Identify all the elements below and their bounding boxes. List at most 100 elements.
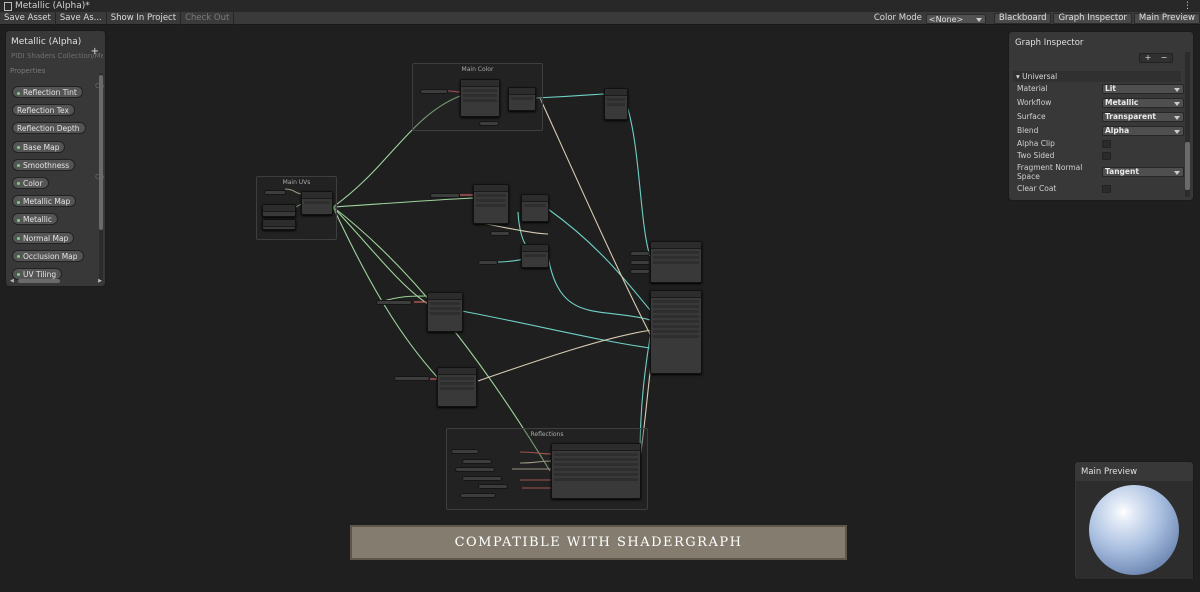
uv-node[interactable] (262, 204, 296, 217)
property-pill[interactable] (460, 493, 496, 498)
property-pill[interactable] (478, 484, 508, 489)
graph-inspector-toggle[interactable]: Graph Inspector (1053, 13, 1132, 24)
blackboard-property[interactable]: Metallic (12, 207, 98, 226)
blackboard-property[interactable]: Reflection TintCo (12, 80, 104, 98)
exposed-dot-icon (17, 237, 20, 240)
property-pill[interactable]: Occlusion Map (12, 249, 84, 262)
inspector-row-label: Workflow (1017, 98, 1052, 107)
blackboard-property[interactable]: Base Map (12, 135, 98, 153)
blackboard-horizontal-scrollbar[interactable]: ◀ ▶ (10, 278, 102, 284)
blackboard-property[interactable]: Normal Map (12, 226, 98, 244)
main-preview-toggle[interactable]: Main Preview (1133, 13, 1200, 24)
fragment-master-node[interactable] (650, 290, 702, 374)
inspector-dropdown[interactable]: Lit (1102, 84, 1184, 94)
property-pill[interactable] (462, 459, 492, 464)
sample-texture-node[interactable] (473, 184, 509, 224)
property-pill[interactable]: Normal Map (12, 231, 75, 244)
property-label: Metallic (23, 215, 52, 225)
blackboard-property[interactable]: Reflection Tex (12, 98, 98, 117)
property-pill[interactable] (630, 251, 650, 256)
property-pill[interactable] (479, 121, 499, 126)
reflections-subgraph-node[interactable] (551, 443, 641, 499)
inspector-checkbox[interactable] (1102, 152, 1111, 160)
property-list: Reflection TintCo Reflection Tex Reflectio… (12, 80, 104, 280)
inspector-dropdown[interactable]: Transparent (1102, 112, 1184, 122)
property-pill[interactable] (462, 476, 502, 481)
scroll-left-icon[interactable]: ◀ (10, 278, 14, 284)
property-pill[interactable] (630, 260, 650, 265)
properties-section-label: Properties (10, 67, 46, 75)
property-pill[interactable]: Metallic (12, 213, 58, 226)
multiply-node[interactable] (508, 87, 536, 111)
graph-inspector-panel[interactable]: Graph Inspector + − ▾ Universal Material… (1008, 31, 1194, 201)
multiply-node[interactable] (521, 244, 549, 268)
universal-section-header[interactable]: ▾ Universal (1013, 71, 1181, 82)
property-pill[interactable] (376, 300, 412, 305)
scrollbar-thumb[interactable] (99, 75, 103, 230)
blackboard-property[interactable]: Reflection Depth (12, 116, 98, 135)
add-icon[interactable]: + (1145, 54, 1152, 62)
inspector-checkbox[interactable] (1102, 185, 1111, 193)
property-pill[interactable]: Reflection Tex (12, 104, 75, 117)
vertex-master-node[interactable] (650, 241, 702, 283)
tiling-offset-node[interactable] (301, 191, 333, 215)
property-pill[interactable] (264, 190, 286, 195)
property-pill[interactable]: Reflection Depth (12, 122, 86, 135)
scroll-right-icon[interactable]: ▶ (98, 278, 102, 284)
remove-icon[interactable]: − (1161, 54, 1168, 62)
blackboard-vertical-scrollbar[interactable] (99, 73, 103, 281)
save-as-button[interactable]: Save As... (56, 12, 107, 25)
exposed-dot-icon (17, 273, 20, 277)
multiply-node[interactable] (521, 194, 549, 222)
inspector-vertical-scrollbar[interactable] (1185, 52, 1190, 197)
wire (332, 206, 429, 305)
property-pill[interactable] (630, 269, 650, 274)
blackboard-property[interactable]: Metallic Map (12, 189, 98, 208)
property-pill[interactable] (490, 231, 510, 236)
sample-texture-node[interactable] (437, 367, 477, 407)
inspector-dropdown[interactable]: Alpha (1102, 126, 1184, 136)
property-pill[interactable] (455, 467, 495, 472)
property-pill[interactable]: Base Map (12, 140, 66, 153)
blackboard-property[interactable]: ColorCo (12, 171, 104, 189)
property-pill[interactable] (478, 260, 498, 265)
exposed-dot-icon (17, 164, 20, 168)
inspector-row-label: Two Sided (1017, 151, 1055, 160)
vector-node[interactable] (262, 219, 296, 230)
property-pill[interactable] (420, 89, 448, 94)
check-out-button[interactable]: Check Out (181, 12, 235, 25)
save-asset-button[interactable]: Save Asset (0, 12, 56, 25)
inspector-tools: + − (1139, 53, 1173, 63)
split-node[interactable] (604, 88, 628, 120)
sample-texture-node[interactable] (427, 292, 463, 332)
preview-viewport[interactable] (1076, 481, 1193, 579)
inspector-checkbox[interactable] (1102, 140, 1111, 148)
kebab-icon[interactable]: ⋮ (1183, 0, 1192, 12)
section-label: Universal (1022, 72, 1058, 81)
scrollbar-thumb[interactable] (1185, 142, 1190, 190)
property-pill[interactable] (394, 376, 430, 381)
scrollbar-thumb[interactable] (18, 279, 60, 283)
show-in-project-button[interactable]: Show In Project (107, 12, 182, 25)
sample-texture-node[interactable] (460, 79, 500, 117)
inspector-row-label: Clear Coat (1017, 184, 1057, 193)
blackboard-property[interactable]: Smoothness (12, 153, 98, 171)
blackboard-panel[interactable]: Metallic (Alpha) PIDI Shaders Collection… (5, 30, 106, 287)
property-pill[interactable] (430, 193, 460, 198)
property-pill[interactable] (451, 449, 479, 454)
property-pill[interactable]: Color (12, 176, 49, 189)
inspector-dropdown[interactable]: Tangent (1102, 167, 1184, 177)
blackboard-toggle[interactable]: Blackboard (993, 13, 1052, 24)
property-pill[interactable]: Reflection Tint (12, 86, 83, 98)
color-mode-select[interactable]: <None> (925, 13, 986, 24)
blackboard-property[interactable]: Occlusion Map (12, 244, 98, 262)
inspector-dropdown[interactable]: Metallic (1102, 98, 1184, 108)
add-property-button[interactable]: + (91, 46, 99, 57)
main-preview-panel[interactable]: Main Preview (1074, 461, 1194, 580)
property-label: Color (23, 178, 43, 188)
property-pill[interactable]: Metallic Map (12, 195, 77, 208)
wire (461, 310, 651, 349)
property-pill[interactable]: Smoothness (12, 158, 76, 171)
foldout-arrow-icon[interactable]: ▾ (1016, 72, 1020, 81)
toolbar: Save Asset Save As... Show In Project Ch… (0, 12, 1200, 25)
